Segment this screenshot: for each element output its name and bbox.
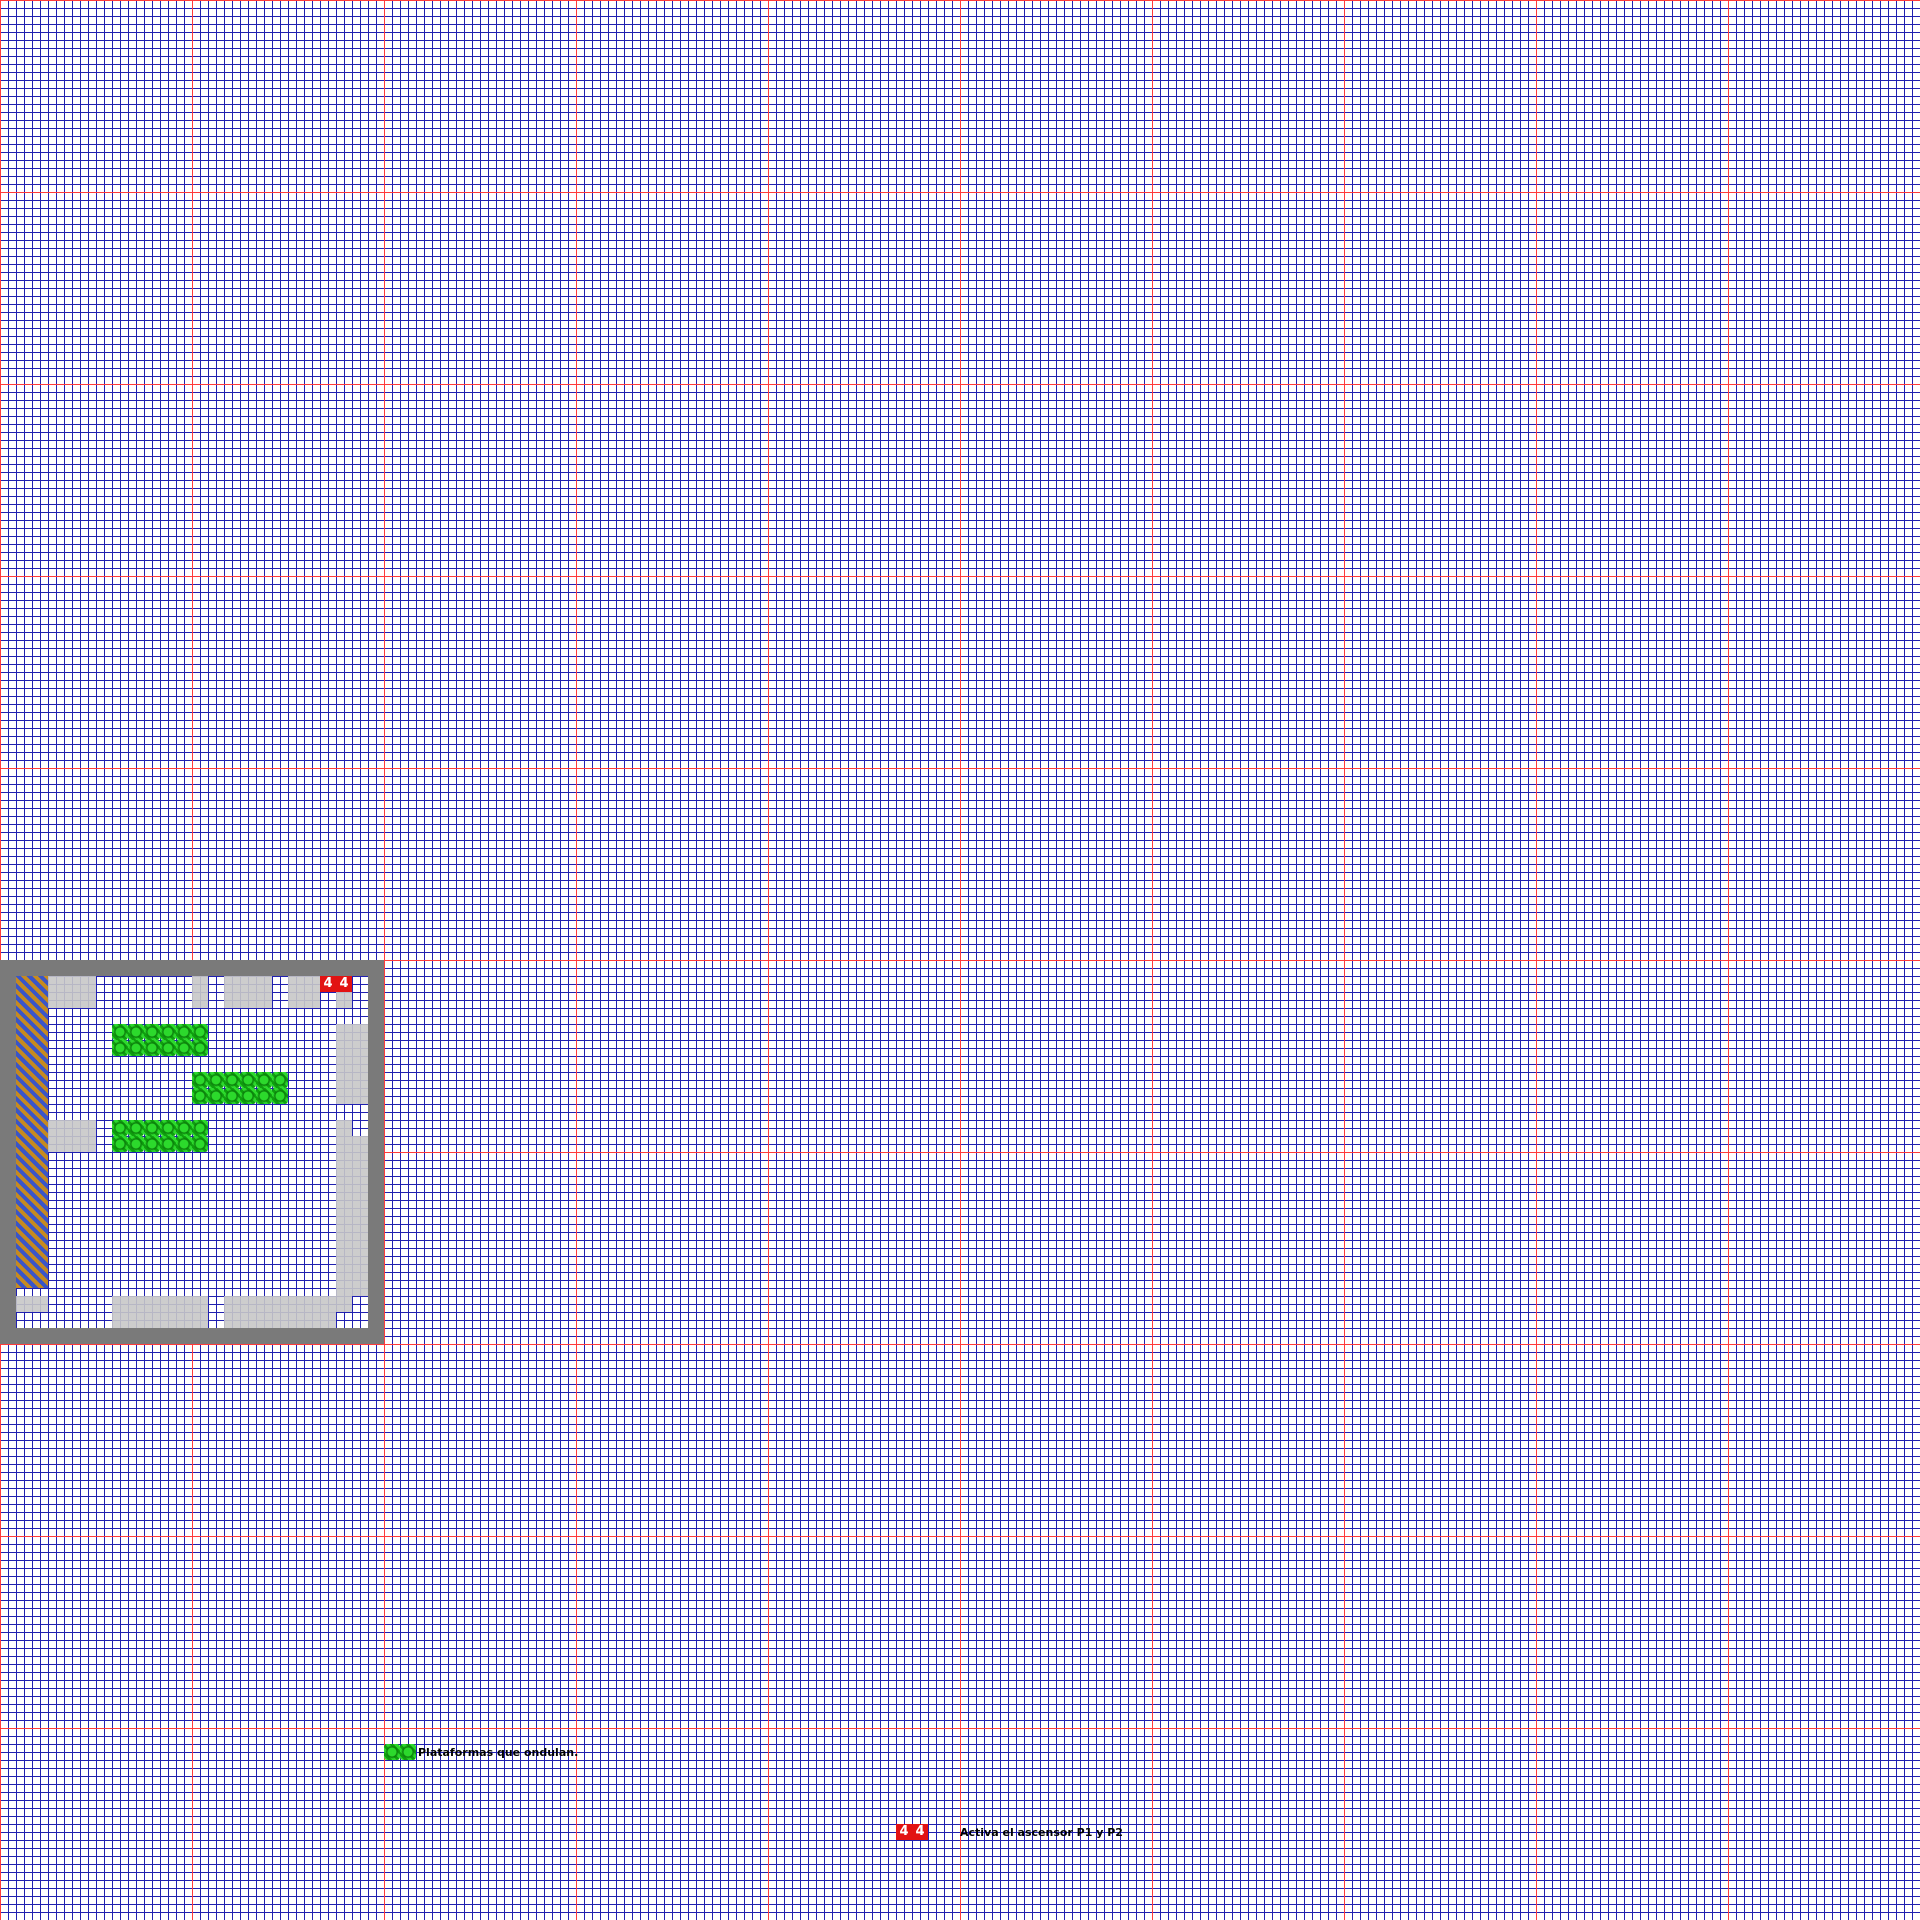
- solid-tile-block: [112, 1296, 208, 1328]
- wavy-platform-icon: [112, 1120, 128, 1136]
- switch-tile: 4: [896, 1824, 912, 1840]
- wavy-platform-icon: [160, 1024, 176, 1040]
- wavy-platform-icon: [176, 1024, 192, 1040]
- wavy-platform-icon: [160, 1040, 176, 1056]
- wavy-platform-icon: [224, 1088, 240, 1104]
- room-frame[interactable]: 4 4: [0, 960, 384, 1344]
- solid-tile-block: [16, 1296, 48, 1312]
- wavy-platform-icon: [128, 1136, 144, 1152]
- wavy-platform-icon: [112, 1040, 128, 1056]
- wavy-platform-icon: [128, 1120, 144, 1136]
- wavy-platform-icon: [160, 1120, 176, 1136]
- solid-tile-block: [288, 976, 320, 1008]
- wavy-platform-icon: [400, 1744, 416, 1760]
- wavy-platform-icon: [192, 1088, 208, 1104]
- wavy-platform-icon: [192, 1136, 208, 1152]
- wavy-platform-icon: [208, 1072, 224, 1088]
- wavy-platform-icon: [224, 1072, 240, 1088]
- wavy-platform-icon: [192, 1072, 208, 1088]
- wavy-platform-icon: [384, 1744, 400, 1760]
- ladder-tiles: [16, 976, 48, 1288]
- legend-switch: 4 4 Activa el ascensor P1 y P2: [896, 1824, 1123, 1840]
- legend-switch-text: Activa el ascensor P1 y P2: [960, 1825, 1123, 1839]
- wavy-platform-icon: [112, 1136, 128, 1152]
- wavy-platform-icon: [240, 1088, 256, 1104]
- switch-tile: 4: [912, 1824, 928, 1840]
- wavy-platform-icon: [176, 1120, 192, 1136]
- legend-wavy-platforms: Plataformas que ondulan.: [384, 1744, 578, 1760]
- wavy-platform-icon: [192, 1024, 208, 1040]
- wavy-platform-icon: [240, 1072, 256, 1088]
- solid-tile-block: [224, 976, 272, 1008]
- solid-tile-block: [336, 1120, 352, 1136]
- wavy-platform-icon: [256, 1072, 272, 1088]
- wavy-platform-icon: [208, 1088, 224, 1104]
- solid-tile-block: [48, 1120, 96, 1152]
- wavy-platform-icon: [160, 1136, 176, 1152]
- wavy-platform-icon: [192, 1040, 208, 1056]
- wavy-platform-icon: [176, 1136, 192, 1152]
- legend-wavy-text: Plataformas que ondulan.: [418, 1745, 579, 1759]
- wavy-platform-icon: [128, 1040, 144, 1056]
- wavy-platform-icon: [144, 1040, 160, 1056]
- solid-tile-block: [224, 1296, 336, 1328]
- solid-tile-block: [48, 976, 96, 1008]
- wavy-platform-icon: [192, 1120, 208, 1136]
- wavy-platform-icon: [144, 1120, 160, 1136]
- wavy-platform-icon: [112, 1024, 128, 1040]
- wavy-platform-icon: [272, 1072, 288, 1088]
- switch-tile[interactable]: 4: [320, 976, 336, 992]
- solid-tile-block: [336, 1024, 368, 1104]
- switch-tile[interactable]: 4: [336, 976, 352, 992]
- solid-tile-block: [336, 1296, 352, 1312]
- wavy-platform-icon: [272, 1088, 288, 1104]
- solid-tile-block: [336, 1136, 368, 1296]
- wavy-platform-icon: [144, 1136, 160, 1152]
- wavy-platform-icon: [128, 1024, 144, 1040]
- wavy-platform-icon: [256, 1088, 272, 1104]
- wavy-platform-icon: [144, 1024, 160, 1040]
- solid-tile-block: [192, 976, 208, 1008]
- wavy-platform-icon: [176, 1040, 192, 1056]
